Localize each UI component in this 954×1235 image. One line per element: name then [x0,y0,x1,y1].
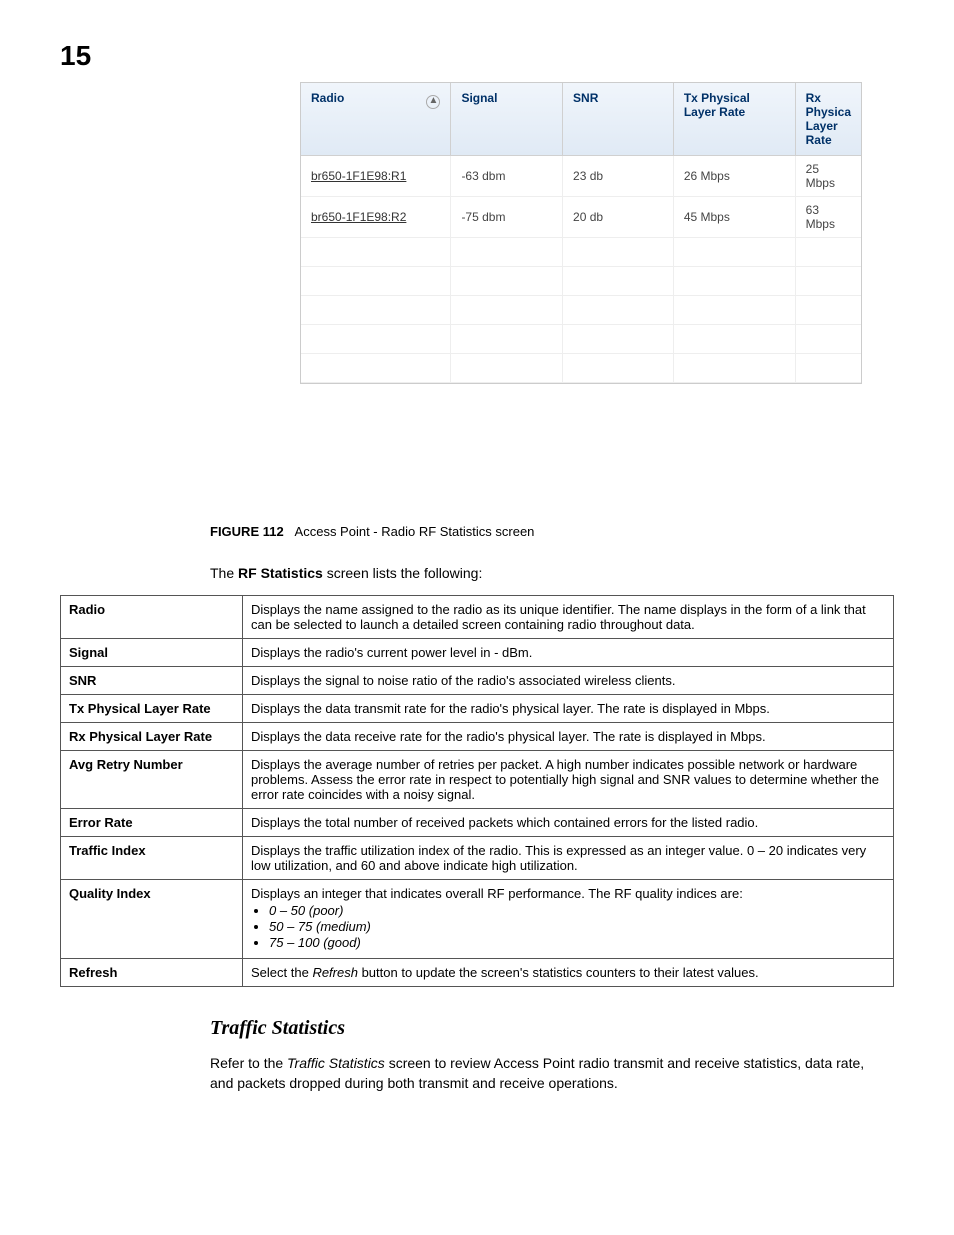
definition-term: Quality Index [61,880,243,959]
grid-row-empty [301,325,861,354]
definition-desc: Displays the average number of retries p… [243,751,894,809]
cell-signal: -75 dbm [451,197,563,238]
radio-link[interactable]: br650-1F1E98:R2 [301,197,451,238]
figure-caption: FIGURE 112 Access Point - Radio RF Stati… [210,524,894,539]
definition-row: Error RateDisplays the total number of r… [61,809,894,837]
grid-row-empty [301,296,861,325]
col-header-label: Rx Physica Layer Rate [806,91,851,147]
grid-row-empty [301,354,861,383]
intro-suffix: screen lists the following: [323,565,483,581]
definition-desc: Displays the radio's current power level… [243,639,894,667]
definitions-table: RadioDisplays the name assigned to the r… [60,595,894,987]
cell-signal: -63 dbm [451,156,563,197]
list-item: 0 – 50 (poor) [269,903,885,918]
definition-row: Traffic IndexDisplays the traffic utiliz… [61,837,894,880]
list-item: 75 – 100 (good) [269,935,885,950]
col-header-rx[interactable]: Rx Physica Layer Rate [795,83,861,156]
definition-desc: Displays the data receive rate for the r… [243,723,894,751]
body-italic: Traffic Statistics [287,1055,385,1071]
quality-index-list: 0 – 50 (poor)50 – 75 (medium)75 – 100 (g… [269,903,885,950]
sort-asc-icon[interactable]: ▲ [426,95,440,109]
definition-desc: Displays the traffic utilization index o… [243,837,894,880]
grid-row: br650-1F1E98:R2 -75 dbm 20 db 45 Mbps 63… [301,197,861,238]
definition-row: Tx Physical Layer RateDisplays the data … [61,695,894,723]
col-header-snr[interactable]: SNR [563,83,674,156]
cell-rx: 25 Mbps [795,156,861,197]
definition-term: Tx Physical Layer Rate [61,695,243,723]
definition-term: Rx Physical Layer Rate [61,723,243,751]
grid-row-empty [301,238,861,267]
col-header-label: Tx Physical Layer Rate [684,91,750,119]
cell-snr: 20 db [563,197,674,238]
col-header-tx[interactable]: Tx Physical Layer Rate [673,83,795,156]
definition-row: Quality IndexDisplays an integer that in… [61,880,894,959]
definition-row: SNRDisplays the signal to noise ratio of… [61,667,894,695]
section-heading: Traffic Statistics [210,1017,894,1040]
intro-bold: RF Statistics [238,565,323,581]
definition-desc: Displays the total number of received pa… [243,809,894,837]
grid-row: br650-1F1E98:R1 -63 dbm 23 db 26 Mbps 25… [301,156,861,197]
definition-term: Radio [61,596,243,639]
definition-desc: Select the Refresh button to update the … [243,959,894,987]
body-pre: Refer to the [210,1055,287,1071]
col-header-signal[interactable]: Signal [451,83,563,156]
definition-term: Error Rate [61,809,243,837]
definition-term: Avg Retry Number [61,751,243,809]
intro-line: The RF Statistics screen lists the follo… [210,565,894,581]
cell-tx: 45 Mbps [673,197,795,238]
col-header-label: Signal [461,91,497,105]
intro-prefix: The [210,565,238,581]
definition-term: Signal [61,639,243,667]
definition-term: Refresh [61,959,243,987]
definition-term: SNR [61,667,243,695]
grid-row-empty [301,267,861,296]
definition-desc: Displays the name assigned to the radio … [243,596,894,639]
cell-snr: 23 db [563,156,674,197]
cell-tx: 26 Mbps [673,156,795,197]
definition-desc: Displays the data transmit rate for the … [243,695,894,723]
radio-link[interactable]: br650-1F1E98:R1 [301,156,451,197]
definition-term: Traffic Index [61,837,243,880]
col-header-radio[interactable]: Radio ▲ [301,83,451,156]
list-item: 50 – 75 (medium) [269,919,885,934]
definition-row: Rx Physical Layer RateDisplays the data … [61,723,894,751]
rf-statistics-screenshot: Radio ▲ Signal SNR Tx Physical Layer Rat… [300,82,862,384]
figure-label: FIGURE 112 [210,524,284,539]
definition-desc: Displays the signal to noise ratio of th… [243,667,894,695]
page-number: 15 [60,40,894,72]
rf-statistics-grid: Radio ▲ Signal SNR Tx Physical Layer Rat… [301,83,861,383]
definition-row: SignalDisplays the radio's current power… [61,639,894,667]
definition-desc: Displays an integer that indicates overa… [243,880,894,959]
definition-row: RadioDisplays the name assigned to the r… [61,596,894,639]
grid-header-row: Radio ▲ Signal SNR Tx Physical Layer Rat… [301,83,861,156]
definition-row: RefreshSelect the Refresh button to upda… [61,959,894,987]
definition-row: Avg Retry NumberDisplays the average num… [61,751,894,809]
col-header-label: Radio [311,91,344,105]
body-paragraph: Refer to the Traffic Statistics screen t… [210,1054,890,1093]
figure-caption-text: Access Point - Radio RF Statistics scree… [295,524,535,539]
cell-rx: 63 Mbps [795,197,861,238]
col-header-label: SNR [573,91,598,105]
